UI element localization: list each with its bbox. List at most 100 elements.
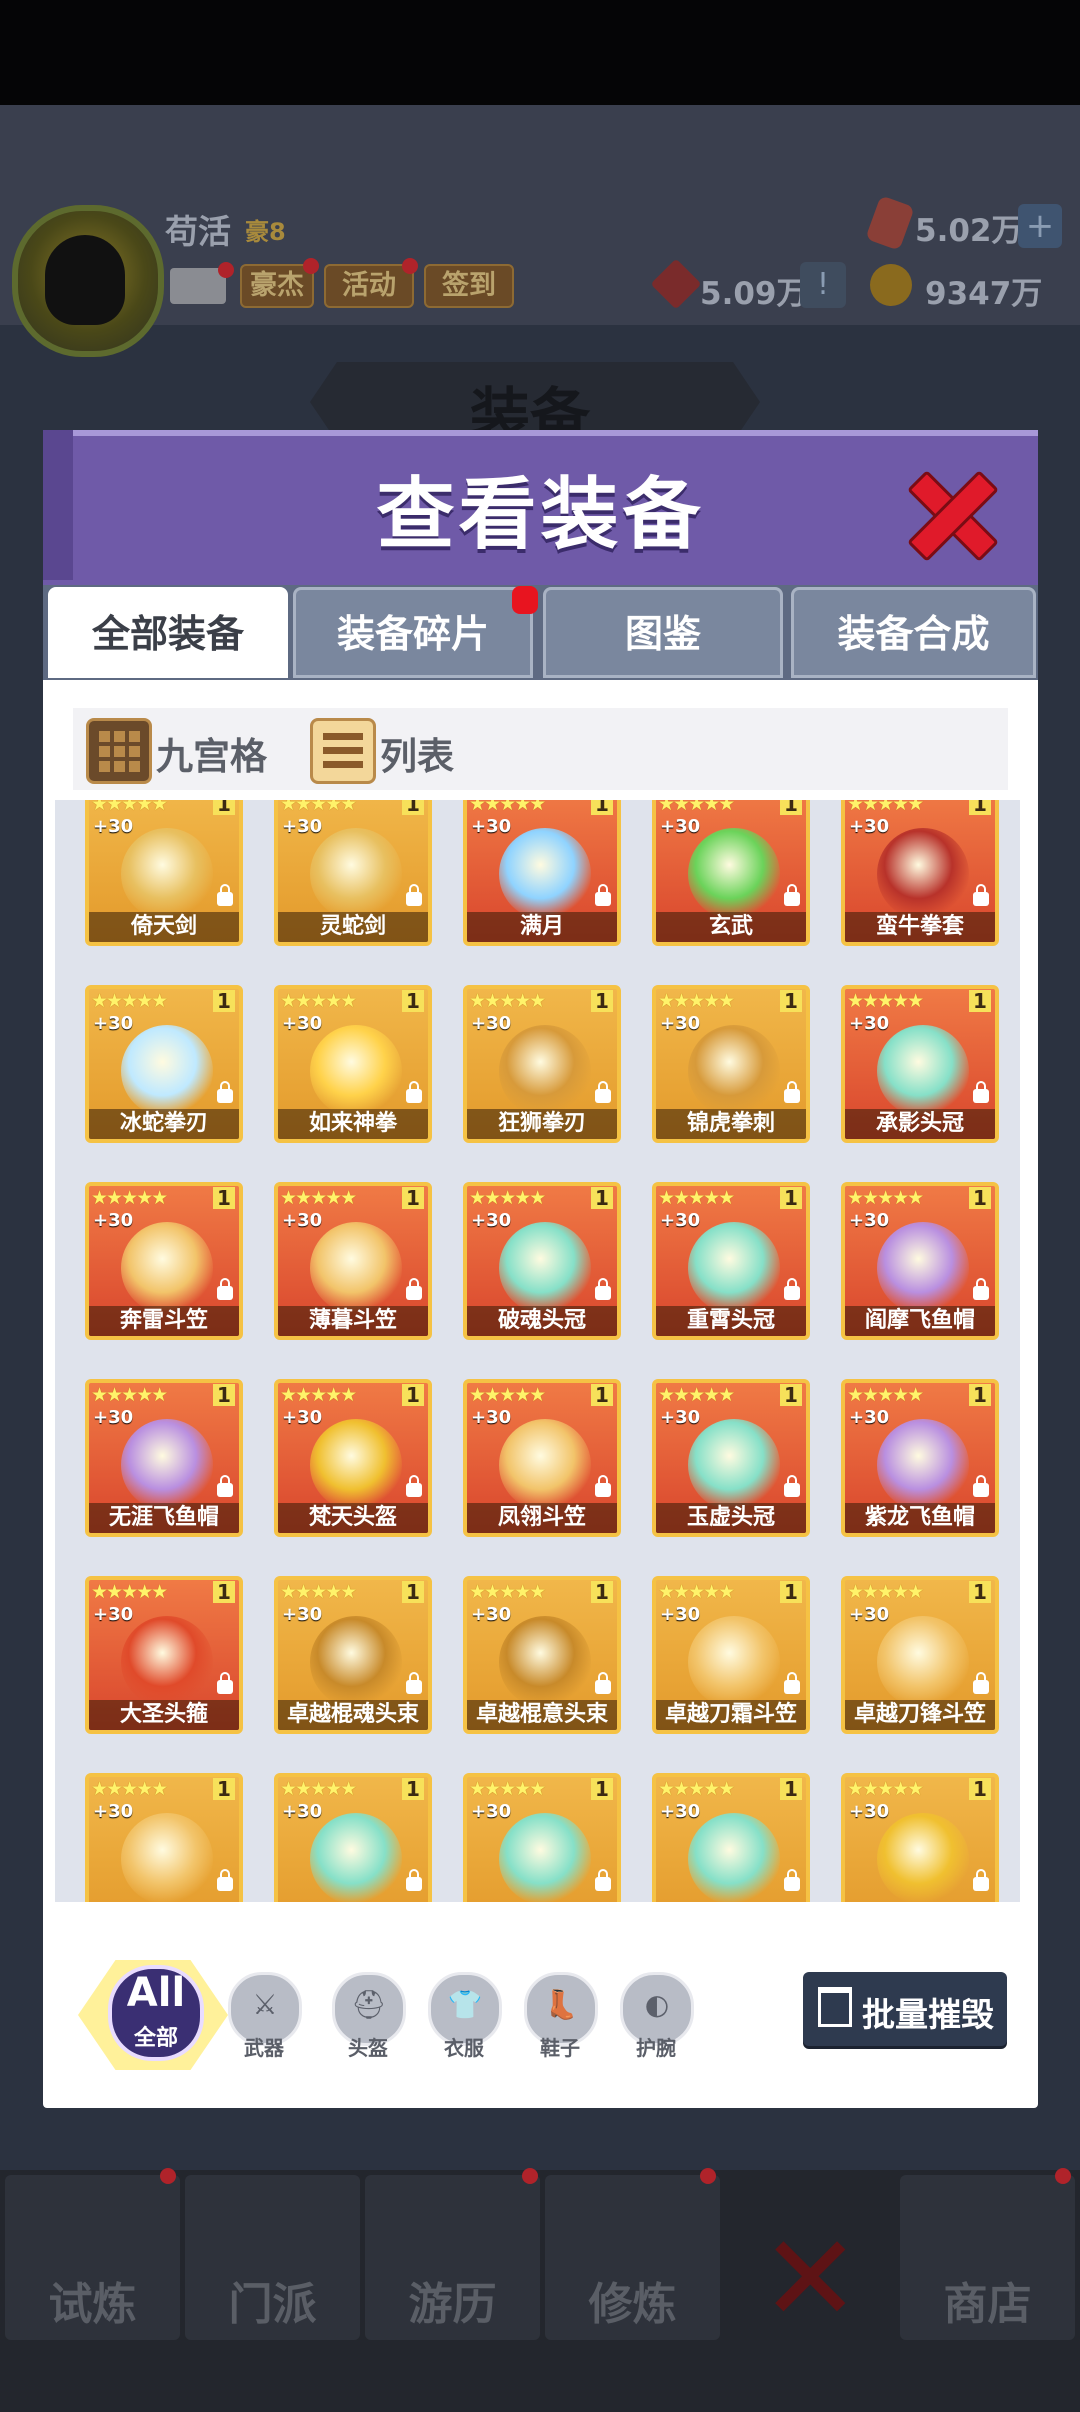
tab-all-equipment[interactable]: 全部装备	[48, 587, 288, 678]
enhance-level: +30	[282, 1801, 323, 1822]
item-level: 1	[591, 1187, 613, 1209]
equipment-card[interactable]: ★★★★★ 1 +30	[652, 1773, 810, 1902]
info-button[interactable]: !	[800, 262, 846, 308]
item-level: 1	[780, 800, 802, 815]
close-button[interactable]	[906, 468, 999, 562]
list-view-label[interactable]: 列表	[380, 726, 454, 780]
crown-icon	[688, 1222, 780, 1314]
lock-icon	[406, 884, 422, 906]
list-icon[interactable]	[310, 718, 376, 784]
nav-dot-3	[700, 2168, 716, 2184]
nav-label-cultivate: 修炼	[588, 2279, 677, 2330]
heroes-button[interactable]: 豪杰	[240, 264, 314, 308]
filter-helmet-label: 头盔	[348, 2036, 388, 2060]
grid-view-label[interactable]: 九宫格	[156, 726, 267, 780]
item-level: 1	[402, 1778, 424, 1800]
rarity-stars: ★★★★★	[91, 1384, 168, 1406]
fist-icon	[310, 1025, 402, 1117]
equipment-card[interactable]: ★★★★★ 1 +30 凤翎斗笠	[463, 1379, 621, 1537]
tab-equipment-synthesis[interactable]: 装备合成	[791, 587, 1036, 678]
equipment-card[interactable]: ★★★★★ 1 +30 玄武	[652, 800, 810, 946]
rarity-stars: ★★★★★	[280, 1778, 357, 1800]
rarity-stars: ★★★★★	[469, 990, 546, 1012]
equipment-card[interactable]: ★★★★★ 1 +30 灵蛇剑	[274, 800, 432, 946]
equipment-card[interactable]: ★★★★★ 1 +30 破魂头冠	[463, 1182, 621, 1340]
equipment-card[interactable]: ★★★★★ 1 +30 大圣头箍	[85, 1576, 243, 1734]
rarity-stars: ★★★★★	[847, 1778, 924, 1800]
rarity-stars: ★★★★★	[91, 1581, 168, 1603]
equipment-name: 薄暮斗笠	[278, 1306, 428, 1336]
equipment-card[interactable]: ★★★★★ 1 +30 卓越棍意头束	[463, 1576, 621, 1734]
equipment-card[interactable]: ★★★★★ 1 +30 紫龙飞鱼帽	[841, 1379, 999, 1537]
lock-icon	[784, 1081, 800, 1103]
item-level: 1	[969, 1778, 991, 1800]
equipment-card[interactable]: ★★★★★ 1 +30 满月	[463, 800, 621, 946]
tab-codex[interactable]: 图鉴	[543, 587, 783, 678]
shoes-icon: 👢	[543, 1988, 579, 2021]
rarity-stars: ★★★★★	[469, 1187, 546, 1209]
enhance-level: +30	[471, 1407, 512, 1428]
nav-dot-4	[1055, 2168, 1071, 2184]
enhance-level: +30	[660, 1407, 701, 1428]
enhance-level: +30	[93, 1407, 134, 1428]
crown-icon	[688, 1419, 780, 1511]
nav-label-travel: 游历	[408, 2279, 497, 2330]
enhance-level: +30	[471, 1013, 512, 1034]
circlet-icon	[121, 1616, 213, 1708]
lock-icon	[406, 1081, 422, 1103]
enhance-level: +30	[660, 1013, 701, 1034]
equipment-card[interactable]: ★★★★★ 1 +30	[85, 1773, 243, 1902]
rarity-stars: ★★★★★	[658, 990, 735, 1012]
activity-button[interactable]: 活动	[324, 264, 414, 308]
tab-equipment-fragments[interactable]: 装备碎片	[293, 587, 533, 678]
rarity-stars: ★★★★★	[91, 990, 168, 1012]
equipment-name: 狂狮拳刃	[467, 1109, 617, 1139]
equipment-card[interactable]: ★★★★★ 1 +30 狂狮拳刃	[463, 985, 621, 1143]
equipment-card[interactable]: ★★★★★ 1 +30 梵天头盔	[274, 1379, 432, 1537]
equipment-card[interactable]: ★★★★★ 1 +30 冰蛇拳刃	[85, 985, 243, 1143]
equipment-card[interactable]: ★★★★★ 1 +30 倚天剑	[85, 800, 243, 946]
equipment-card[interactable]: ★★★★★ 1 +30 如来神拳	[274, 985, 432, 1143]
lock-icon	[784, 884, 800, 906]
lock-icon	[217, 1475, 233, 1497]
ice-claw-icon	[121, 1025, 213, 1117]
equipment-card[interactable]: ★★★★★ 1 +30	[463, 1773, 621, 1902]
equipment-card[interactable]: ★★★★★ 1 +30 重霄头冠	[652, 1182, 810, 1340]
item-level: 1	[969, 800, 991, 815]
hat-icon	[688, 1616, 780, 1708]
equipment-name: 卓越棍意头束	[467, 1700, 617, 1730]
status-bar	[0, 0, 1080, 105]
equipment-card[interactable]: ★★★★★ 1 +30 承影头冠	[841, 985, 999, 1143]
equipment-card[interactable]: ★★★★★ 1 +30	[274, 1773, 432, 1902]
equipment-card[interactable]: ★★★★★ 1 +30 锦虎拳刺	[652, 985, 810, 1143]
item-level: 1	[402, 1581, 424, 1603]
equipment-card[interactable]: ★★★★★ 1 +30 卓越刀锋斗笠	[841, 1576, 999, 1734]
equipment-card[interactable]: ★★★★★ 1 +30 无涯飞鱼帽	[85, 1379, 243, 1537]
enhance-level: +30	[93, 1604, 134, 1625]
equipment-card[interactable]: ★★★★★ 1 +30 蛮牛拳套	[841, 800, 999, 946]
equipment-card[interactable]: ★★★★★ 1 +30 卓越刀霜斗笠	[652, 1576, 810, 1734]
lock-icon	[406, 1869, 422, 1891]
equipment-card[interactable]: ★★★★★ 1 +30 奔雷斗笠	[85, 1182, 243, 1340]
nav-battle-icon[interactable]: ✕	[760, 2220, 861, 2340]
equipment-name: 奔雷斗笠	[89, 1306, 239, 1336]
add-gems-button[interactable]: +	[1018, 204, 1062, 248]
item-level: 1	[402, 990, 424, 1012]
item-level: 1	[591, 1384, 613, 1406]
enhance-level: +30	[660, 1210, 701, 1231]
grid-icon[interactable]	[86, 718, 152, 784]
equipment-card[interactable]: ★★★★★ 1 +30 玉虚头冠	[652, 1379, 810, 1537]
mail-icon[interactable]	[170, 268, 226, 304]
equipment-card[interactable]: ★★★★★ 1 +30	[841, 1773, 999, 1902]
nav-label-trial: 试炼	[48, 2279, 137, 2330]
dialog-title: 查看装备	[376, 470, 705, 560]
equipment-name: 倚天剑	[89, 912, 239, 942]
enhance-level: +30	[849, 1801, 890, 1822]
enhance-level: +30	[471, 816, 512, 837]
equipment-card[interactable]: ★★★★★ 1 +30 阎摩飞鱼帽	[841, 1182, 999, 1340]
signin-button[interactable]: 签到	[424, 264, 514, 308]
equipment-card[interactable]: ★★★★★ 1 +30 薄暮斗笠	[274, 1182, 432, 1340]
crown-icon	[877, 1025, 969, 1117]
equipment-card[interactable]: ★★★★★ 1 +30 卓越棍魂头束	[274, 1576, 432, 1734]
helmet-icon	[310, 1419, 402, 1511]
